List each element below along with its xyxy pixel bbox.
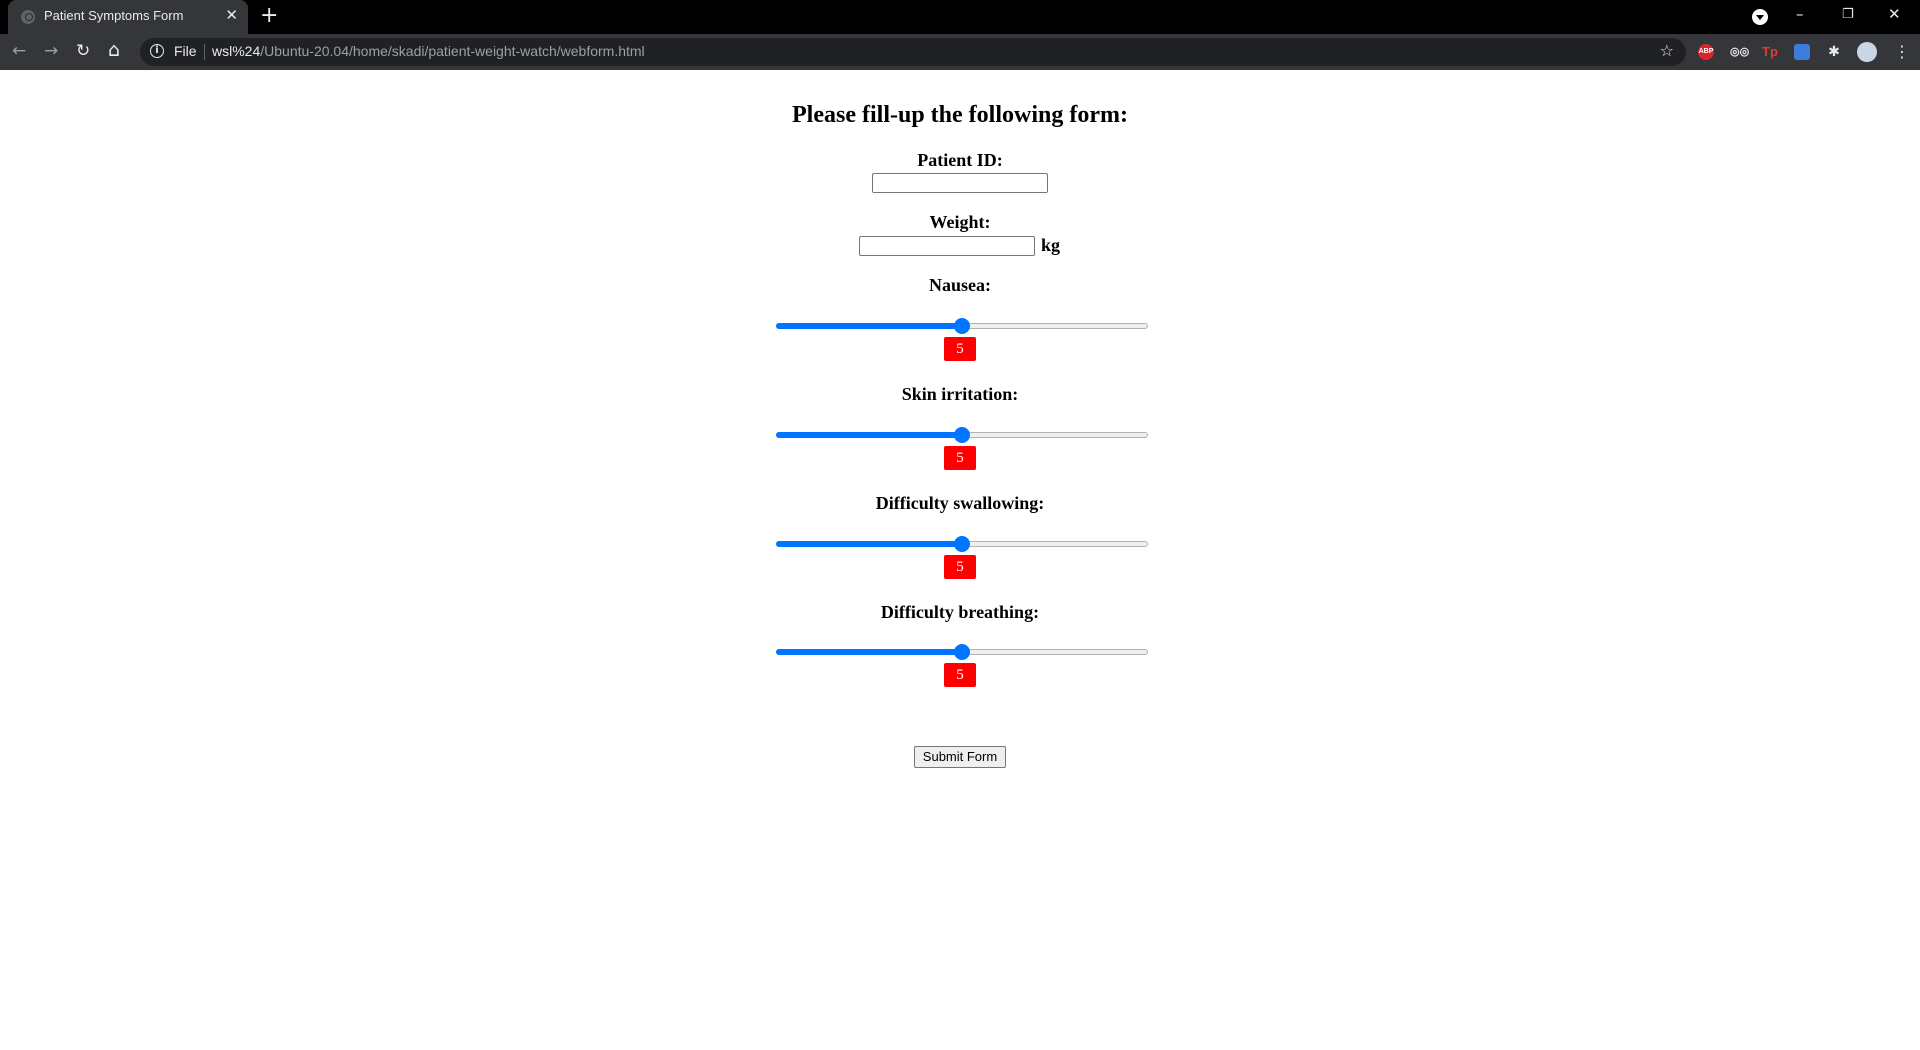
spy-icon[interactable]: ◎◎ bbox=[1730, 44, 1749, 60]
tab-close-icon[interactable]: ✕ bbox=[225, 6, 238, 24]
globe-icon bbox=[21, 10, 35, 24]
difficulty-swallowing-label: Difficulty swallowing: bbox=[875, 493, 1045, 513]
download-icon[interactable] bbox=[1752, 9, 1768, 25]
menu-kebab-icon[interactable]: ⋮ bbox=[1894, 42, 1910, 61]
tab-patient-symptoms-form[interactable]: Patient Symptoms Form ✕ bbox=[8, 0, 248, 34]
new-tab-button[interactable]: + bbox=[260, 3, 278, 28]
difficulty-breathing-value-badge: 5 bbox=[944, 663, 976, 687]
difficulty-breathing-slider[interactable] bbox=[776, 643, 1148, 660]
page-content: Please fill-up the following form: Patie… bbox=[0, 70, 1920, 1050]
skin-irritation-value-badge: 5 bbox=[944, 446, 976, 470]
scheme-label: File bbox=[174, 43, 197, 59]
nausea-slider[interactable] bbox=[776, 317, 1148, 334]
bookmark-star-icon[interactable]: ☆ bbox=[1660, 41, 1674, 60]
tab-strip: Patient Symptoms Form ✕ + – ❐ ✕ bbox=[0, 0, 1920, 34]
patient-id-label: Patient ID: bbox=[917, 150, 1003, 170]
forward-button[interactable]: → bbox=[44, 41, 58, 61]
adblock-plus-icon[interactable]: ABP bbox=[1698, 44, 1714, 60]
weight-unit-label: kg bbox=[1041, 235, 1061, 255]
slider-thumb[interactable] bbox=[954, 318, 970, 334]
slider-thumb[interactable] bbox=[954, 427, 970, 443]
weight-input[interactable] bbox=[859, 236, 1035, 256]
close-window-button[interactable]: ✕ bbox=[1888, 5, 1901, 23]
slider-fill bbox=[776, 432, 962, 438]
url-path: /Ubuntu-20.04/home/skadi/patient-weight-… bbox=[260, 43, 645, 59]
slider-fill bbox=[776, 649, 962, 655]
skin-irritation-label: Skin irritation: bbox=[901, 384, 1019, 404]
slider-thumb[interactable] bbox=[954, 644, 970, 660]
difficulty-swallowing-value-badge: 5 bbox=[944, 555, 976, 579]
tab-title: Patient Symptoms Form bbox=[44, 8, 184, 23]
skin-irritation-slider[interactable] bbox=[776, 426, 1148, 443]
extensions-puzzle-icon[interactable]: ✱ bbox=[1826, 44, 1842, 60]
difficulty-swallowing-slider[interactable] bbox=[776, 535, 1148, 552]
difficulty-breathing-label: Difficulty breathing: bbox=[880, 602, 1040, 622]
restore-button[interactable]: ❐ bbox=[1842, 7, 1854, 22]
slider-fill bbox=[776, 323, 962, 329]
submit-form-button[interactable]: Submit Form bbox=[914, 746, 1006, 768]
weight-label: Weight: bbox=[929, 212, 991, 232]
back-button[interactable]: ← bbox=[12, 41, 26, 61]
site-info-icon[interactable]: i bbox=[150, 44, 164, 58]
url-host: wsl%24 bbox=[212, 43, 261, 59]
nausea-label: Nausea: bbox=[929, 275, 991, 295]
home-button[interactable]: ⌂ bbox=[108, 39, 120, 61]
blue-extension-icon[interactable] bbox=[1794, 44, 1810, 60]
reload-button[interactable]: ↻ bbox=[76, 41, 90, 61]
omnibox-divider bbox=[204, 44, 205, 60]
patient-id-input[interactable] bbox=[872, 173, 1048, 193]
nausea-value-badge: 5 bbox=[944, 337, 976, 361]
slider-thumb[interactable] bbox=[954, 536, 970, 552]
url-text: wsl%24/Ubuntu-20.04/home/skadi/patient-w… bbox=[212, 43, 645, 59]
form-heading: Please fill-up the following form: bbox=[792, 102, 1128, 128]
browser-toolbar: ← → ↻ ⌂ i File wsl%24/Ubuntu-20.04/home/… bbox=[0, 34, 1920, 70]
minimize-button[interactable]: – bbox=[1796, 5, 1804, 23]
address-bar[interactable]: i File wsl%24/Ubuntu-20.04/home/skadi/pa… bbox=[140, 38, 1686, 66]
tp-icon[interactable]: Tp bbox=[1762, 44, 1778, 60]
profile-avatar[interactable] bbox=[1857, 42, 1877, 62]
slider-fill bbox=[776, 541, 962, 547]
